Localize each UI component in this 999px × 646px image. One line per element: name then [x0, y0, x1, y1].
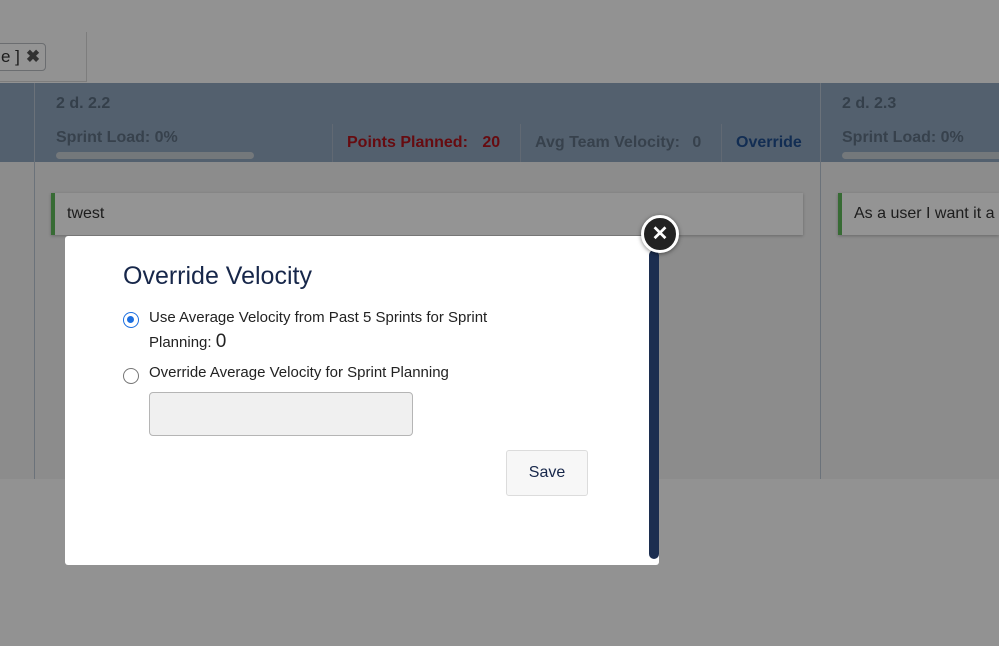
average-velocity-value: 0 [215, 331, 227, 352]
save-button[interactable]: Save [506, 450, 588, 496]
override-velocity-radio[interactable] [123, 368, 139, 384]
average-velocity-label: Use Average Velocity from Past 5 Sprints… [149, 309, 488, 351]
close-icon[interactable]: ✕ [641, 215, 679, 253]
modal-title: Override Velocity [123, 262, 312, 290]
velocity-input[interactable] [149, 392, 413, 436]
average-velocity-option[interactable]: Use Average Velocity from Past 5 Sprints… [149, 306, 529, 355]
average-velocity-radio[interactable] [123, 312, 139, 328]
override-velocity-modal: Override Velocity Use Average Velocity f… [65, 236, 659, 565]
modal-scrollbar[interactable] [649, 250, 659, 559]
override-velocity-label[interactable]: Override Average Velocity for Sprint Pla… [149, 361, 449, 385]
